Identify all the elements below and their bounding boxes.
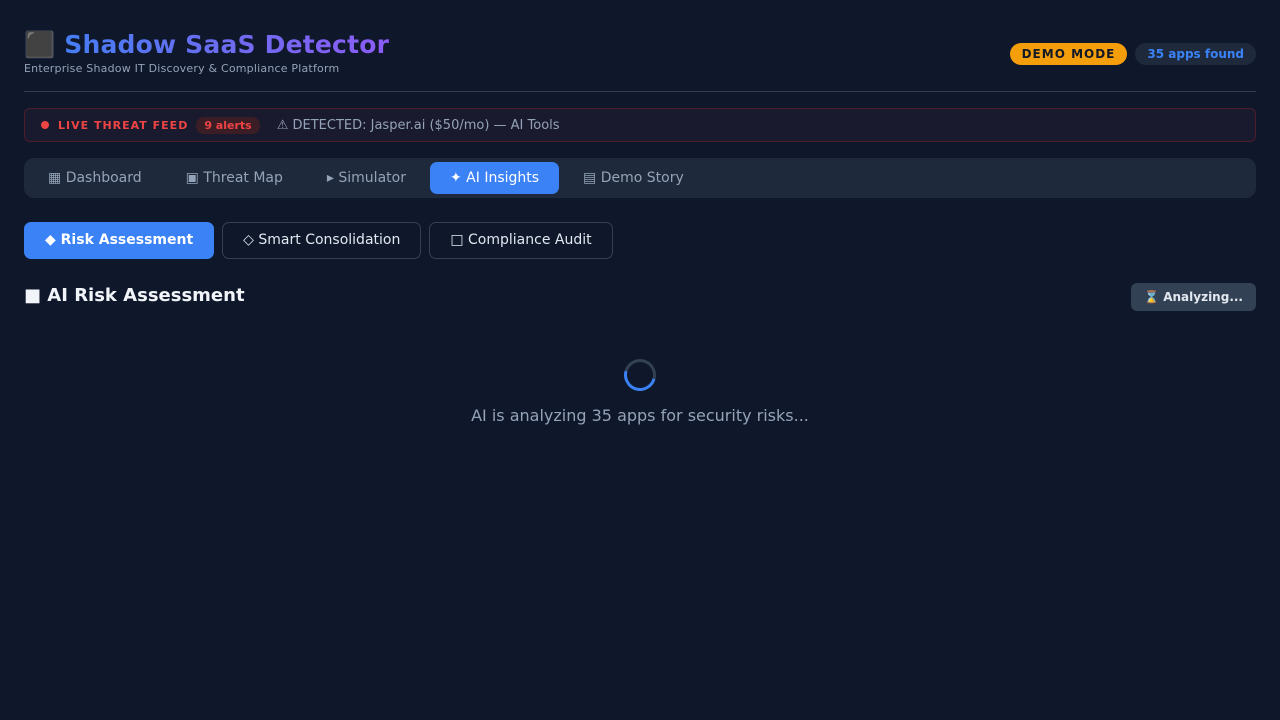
- app-page: ⬛ Shadow SaaS Detector Enterprise Shadow…: [0, 0, 1280, 720]
- tab-label: Dashboard: [65, 170, 142, 186]
- tab-dashboard[interactable]: ▦ Dashboard: [28, 162, 162, 194]
- smart-consolidation-button[interactable]: ◇ Smart Consolidation: [222, 222, 422, 259]
- live-indicator-dot: [41, 121, 49, 129]
- header-badges: DEMO MODE 35 apps found: [1009, 43, 1256, 65]
- shadow-icon: ⬛: [24, 30, 56, 59]
- clipboard-icon: □: [450, 232, 464, 248]
- tab-label: AI Insights: [466, 170, 540, 186]
- alert-count-badge: 9 alerts: [196, 116, 260, 134]
- main-nav: ▦ Dashboard ▣ Threat Map ▸ Simulator ✦ A…: [24, 158, 1256, 198]
- threat-feed-message-text: DETECTED: Jasper.ai ($50/mo) — AI Tools: [292, 117, 560, 133]
- loading-message: AI is analyzing 35 apps for security ris…: [471, 406, 809, 425]
- dashboard-icon: ▦: [48, 170, 62, 186]
- analyzing-button-label: Analyzing...: [1163, 290, 1243, 304]
- simulator-icon: ▸: [326, 170, 334, 186]
- map-icon: ▣: [185, 170, 199, 186]
- risk-assessment-button[interactable]: ◆ Risk Assessment: [24, 222, 215, 259]
- demo-mode-badge: DEMO MODE: [1009, 43, 1128, 65]
- tab-demo-story[interactable]: ▤ Demo Story: [563, 162, 704, 194]
- live-threat-feed: LIVE THREAT FEED 9 alerts ⚠ DETECTED: Ja…: [24, 108, 1256, 142]
- subtab-label: Risk Assessment: [60, 232, 194, 248]
- ai-insights-subtabs: ◆ Risk Assessment ◇ Smart Consolidation …: [24, 222, 613, 259]
- shield-icon: ◆: [45, 232, 56, 248]
- story-icon: ▤: [583, 170, 597, 186]
- tab-ai-insights[interactable]: ✦ AI Insights: [429, 162, 560, 194]
- analyzing-button[interactable]: ⌛ Analyzing...: [1131, 283, 1256, 311]
- merge-icon: ◇: [243, 232, 254, 248]
- tab-label: Demo Story: [600, 170, 684, 186]
- app-title-text: Shadow SaaS Detector: [64, 30, 390, 59]
- warning-icon: ⚠: [276, 117, 289, 133]
- subtab-label: Smart Consolidation: [258, 232, 401, 248]
- tab-threat-map[interactable]: ▣ Threat Map: [166, 162, 303, 194]
- subtab-label: Compliance Audit: [468, 232, 592, 248]
- ai-icon: ✦: [449, 170, 462, 186]
- loading-spinner-icon: [618, 353, 662, 397]
- apps-found-badge: 35 apps found: [1135, 43, 1256, 65]
- app-header: ⬛ Shadow SaaS Detector Enterprise Shadow…: [24, 28, 1256, 92]
- section-title: ■ AI Risk Assessment: [24, 285, 245, 306]
- section-title-text: AI Risk Assessment: [47, 285, 245, 306]
- tab-label: Simulator: [338, 170, 406, 186]
- compliance-audit-button[interactable]: □ Compliance Audit: [429, 222, 613, 259]
- app-title: ⬛ Shadow SaaS Detector: [24, 30, 389, 60]
- robot-icon: ■: [24, 285, 42, 306]
- tab-simulator[interactable]: ▸ Simulator: [307, 162, 426, 194]
- tab-label: Threat Map: [203, 170, 283, 186]
- hourglass-icon: ⌛: [1144, 290, 1160, 304]
- threat-feed-label: LIVE THREAT FEED: [58, 118, 189, 132]
- app-subtitle: Enterprise Shadow IT Discovery & Complia…: [24, 62, 340, 75]
- threat-feed-message: ⚠ DETECTED: Jasper.ai ($50/mo) — AI Tool…: [277, 118, 560, 133]
